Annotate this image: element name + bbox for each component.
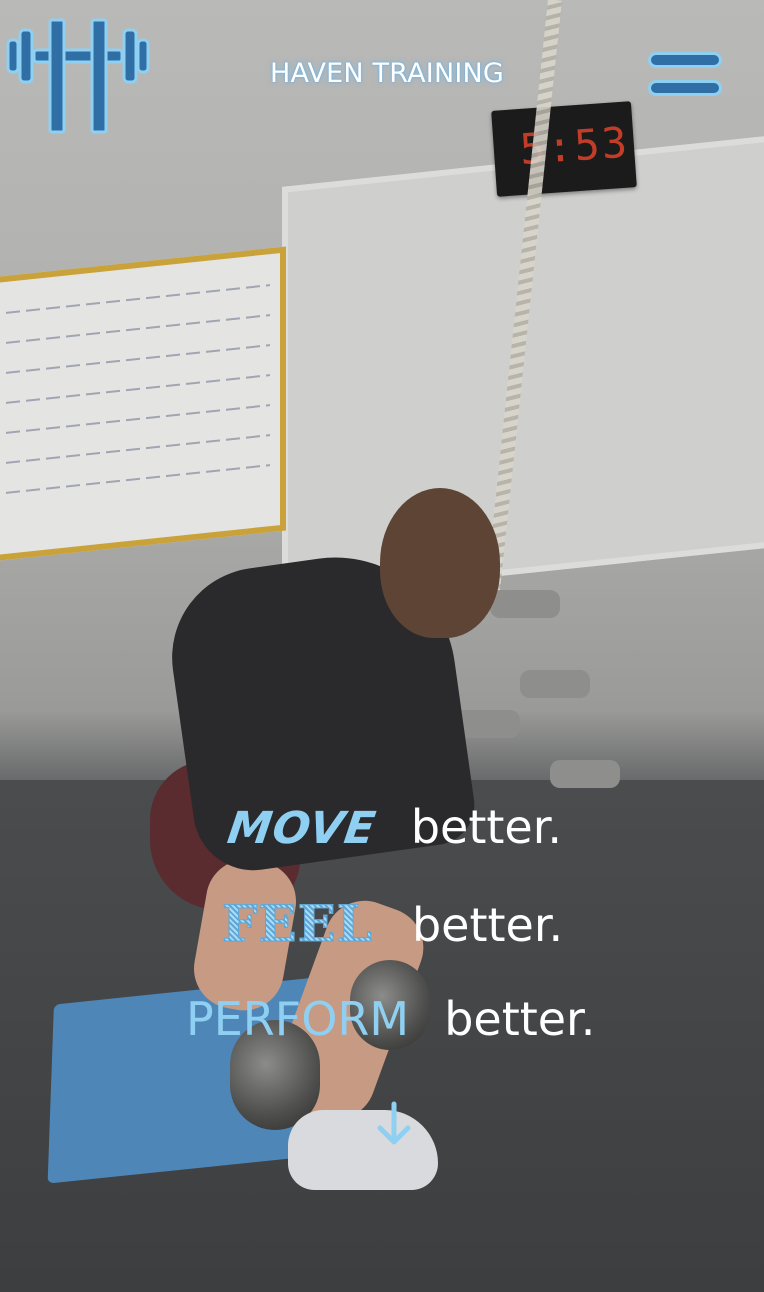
tagline-better: better. [410,800,563,854]
person-head [380,488,500,638]
site-header: HAVEN TRAINING [0,0,764,150]
whiteboard-left [0,246,286,562]
tagline-row-move: MOVE better. [224,800,563,854]
menu-line [648,80,722,96]
menu-line [648,52,722,68]
person-shoe [288,1110,438,1190]
tagline-accent-perform: PERFORM [186,992,410,1046]
tagline-row-perform: PERFORM better. [186,992,595,1046]
tagline-accent-move: MOVE [224,803,380,854]
tagline-better: better. [444,992,596,1046]
site-title[interactable]: HAVEN TRAINING [270,58,530,89]
dumbbell-h-logo-icon[interactable] [6,16,150,136]
hamburger-menu-icon[interactable] [648,50,726,100]
tagline-accent-feel: FEEL [222,894,373,954]
hero-section: 5:53 HAVEN TRAINING MOVE better. FEEL be… [0,0,764,1292]
arrow-down-icon[interactable] [374,1100,414,1150]
tagline-better: better. [411,898,564,952]
tagline-row-feel: FEEL better. [222,894,564,954]
